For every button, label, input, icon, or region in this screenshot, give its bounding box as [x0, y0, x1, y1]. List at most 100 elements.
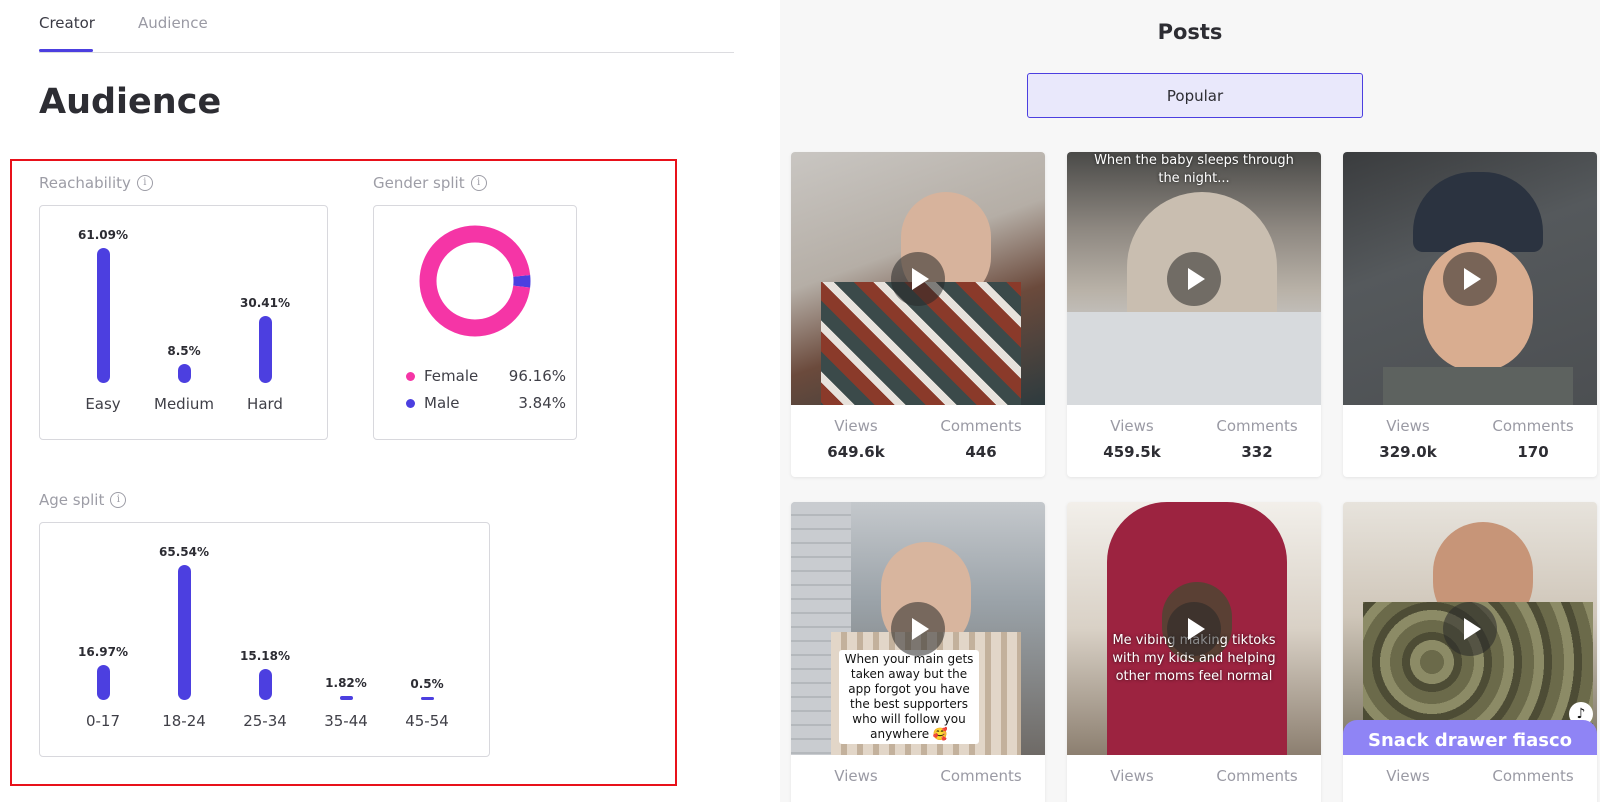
reachability-value-label: 8.5% [167, 344, 201, 359]
legend-male: Male 3.84% [406, 394, 566, 412]
male-dot-icon [406, 398, 415, 408]
views-value: 329.0k [1379, 443, 1437, 461]
views-stat: Views [1353, 767, 1463, 785]
reachability-card: 61.09% Easy 8.5% Medium 30.41% Hard [39, 205, 328, 440]
age-split-card: 16.97% 0-17 65.54% 18-24 15.18% 25-34 1.82% 35-… [39, 522, 490, 757]
views-label: Views [834, 417, 878, 435]
reachability-bar-medium [177, 364, 191, 383]
age-bar-45-54 [420, 697, 434, 700]
age-value-label: 16.97% [78, 645, 128, 660]
comments-label: Comments [1492, 417, 1574, 435]
tab-bar: Creator Audience [39, 0, 734, 53]
views-value: 459.5k [1103, 443, 1161, 461]
post-card[interactable]: Views 329.0k Comments 170 [1343, 152, 1597, 477]
post-caption: When the baby sleeps through the night..… [1094, 153, 1294, 186]
age-split-label: Age split i [39, 491, 127, 509]
post-thumbnail [791, 152, 1045, 405]
comments-label: Comments [1492, 767, 1574, 785]
info-icon[interactable]: i [470, 175, 487, 191]
post-card[interactable]: When the baby sleeps through the night..… [1067, 152, 1321, 477]
post-caption: When your main gets taken away but the a… [839, 650, 979, 744]
comments-label: Comments [940, 767, 1022, 785]
comments-stat: Comments [1202, 767, 1312, 785]
post-thumbnail [1343, 152, 1597, 405]
play-icon[interactable] [1167, 602, 1221, 656]
comments-stat: Comments 170 [1478, 417, 1588, 461]
reachability-bar-easy [96, 248, 110, 383]
views-label: Views [1110, 417, 1154, 435]
views-stat: Views [1077, 767, 1187, 785]
female-dot-icon [406, 371, 415, 381]
views-label: Views [1386, 417, 1430, 435]
comments-stat: Comments [1478, 767, 1588, 785]
comments-stat: Comments 332 [1202, 417, 1312, 461]
gender-split-title: Gender split [373, 174, 465, 192]
post-thumbnail: ♪ Snack drawer fiasco [1343, 502, 1597, 755]
info-icon[interactable]: i [136, 175, 153, 191]
views-stat: Views 459.5k [1077, 417, 1187, 461]
gender-donut-chart [419, 225, 531, 337]
play-icon[interactable] [1443, 602, 1497, 656]
legend-female-name: Female [424, 367, 479, 385]
legend-female: Female 96.16% [406, 367, 566, 385]
views-stat: Views 329.0k [1353, 417, 1463, 461]
play-icon[interactable] [1443, 252, 1497, 306]
views-label: Views [834, 767, 878, 785]
post-thumbnail: When your main gets taken away but the a… [791, 502, 1045, 755]
age-value-label: 1.82% [325, 676, 367, 691]
reachability-value-label: 30.41% [240, 295, 290, 310]
views-value: 649.6k [827, 443, 885, 461]
comments-stat: Comments [926, 767, 1036, 785]
comments-label: Comments [1216, 767, 1298, 785]
legend-female-value: 96.16% [508, 367, 566, 385]
active-tab-indicator [39, 49, 93, 52]
age-bar-18-24 [177, 565, 191, 700]
tab-creator[interactable]: Creator [39, 14, 95, 32]
legend-male-name: Male [424, 394, 460, 412]
views-stat: Views [801, 767, 911, 785]
age-value-label: 65.54% [159, 545, 209, 559]
reachability-label: Reachability i [39, 174, 153, 192]
page-title: Audience [39, 82, 222, 122]
comments-value: 170 [1517, 443, 1549, 461]
legend-male-value: 3.84% [518, 394, 566, 412]
reachability-value-label: 61.09% [78, 228, 128, 242]
age-bar-25-34 [258, 668, 272, 700]
reachability-category-label: Hard [247, 395, 283, 413]
popular-filter-button[interactable]: Popular [1027, 73, 1363, 118]
post-card[interactable]: ♪ Snack drawer fiasco Views Comments [1343, 502, 1597, 802]
play-icon[interactable] [891, 602, 945, 656]
views-label: Views [1110, 767, 1154, 785]
post-thumbnail: When the baby sleeps through the night..… [1067, 152, 1321, 405]
age-bar-0-17 [96, 665, 110, 700]
gender-split-label: Gender split i [373, 174, 487, 192]
age-bar-35-44 [339, 696, 353, 700]
reachability-title: Reachability [39, 174, 131, 192]
posts-panel: Posts Popular Views 649.6k Comments 446 … [780, 0, 1600, 802]
play-icon[interactable] [1167, 252, 1221, 306]
views-stat: Views 649.6k [801, 417, 911, 461]
age-value-label: 0.5% [410, 677, 444, 691]
comments-value: 332 [1241, 443, 1273, 461]
post-card[interactable]: Me vibing making tiktoks with my kids an… [1067, 502, 1321, 802]
post-caption: Snack drawer fiasco [1343, 720, 1597, 755]
gender-split-card: Female 96.16% Male 3.84% [373, 205, 577, 440]
age-split-title: Age split [39, 491, 105, 509]
comments-stat: Comments 446 [926, 417, 1036, 461]
audience-panel: Creator Audience Audience Reachability i… [0, 0, 780, 802]
post-thumbnail: Me vibing making tiktoks with my kids an… [1067, 502, 1321, 755]
post-card[interactable]: When your main gets taken away but the a… [791, 502, 1045, 802]
views-label: Views [1386, 767, 1430, 785]
post-card[interactable]: Views 649.6k Comments 446 [791, 152, 1045, 477]
comments-label: Comments [1216, 417, 1298, 435]
posts-title: Posts [1157, 20, 1223, 44]
age-category-label: 45-54 [405, 712, 449, 730]
reachability-bar-hard [258, 315, 272, 383]
donut-slice-female [419, 225, 531, 337]
play-icon[interactable] [891, 252, 945, 306]
info-icon[interactable]: i [110, 492, 127, 508]
tab-audience[interactable]: Audience [138, 14, 208, 32]
comments-value: 446 [965, 443, 997, 461]
comments-label: Comments [940, 417, 1022, 435]
age-value-label: 15.18% [240, 648, 290, 663]
